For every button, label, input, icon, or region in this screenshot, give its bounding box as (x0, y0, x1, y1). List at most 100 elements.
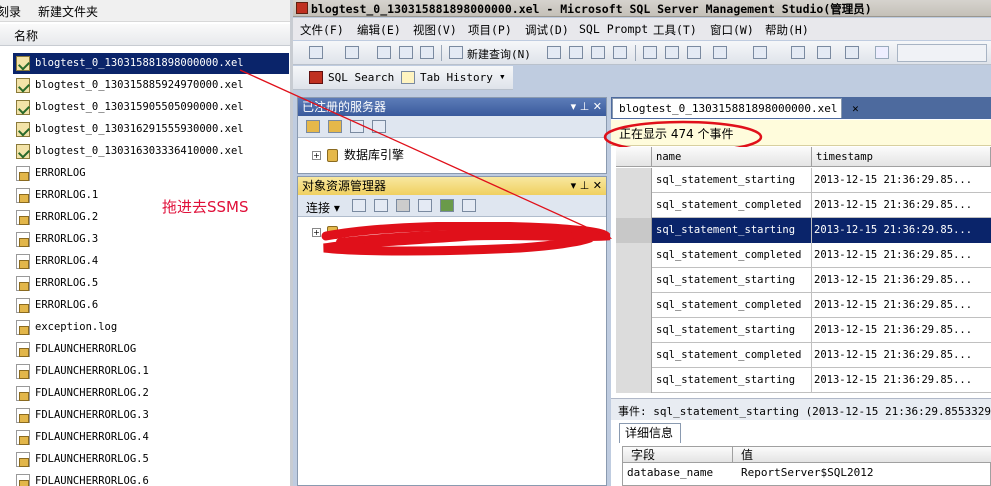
copy-icon[interactable] (665, 46, 679, 59)
details-tab[interactable]: 详细信息 (619, 423, 681, 443)
table-row[interactable]: sql_statement_completed 2013-12-15 21:36:… (616, 193, 991, 218)
add-item-icon[interactable] (345, 46, 359, 59)
reporting-services-icon[interactable] (350, 120, 364, 133)
row-header[interactable] (616, 193, 652, 218)
column-header-name[interactable]: name (652, 147, 812, 167)
timestamp-cell[interactable]: 2013-12-15 21:36:29.85... (812, 343, 991, 368)
summary-icon[interactable] (462, 199, 476, 212)
file-item[interactable]: FDLAUNCHERRORLOG.4 (13, 427, 289, 448)
timestamp-cell[interactable]: 2013-12-15 21:36:29.85... (812, 193, 991, 218)
event-name-cell[interactable]: sql_statement_completed (652, 343, 812, 368)
menu-item[interactable]: 视图(V) (413, 22, 457, 38)
tab-history-button[interactable]: Tab History (420, 71, 493, 84)
new-query-icon[interactable] (449, 46, 463, 59)
file-item[interactable]: ERRORLOG.4 (13, 251, 289, 272)
refresh-icon[interactable] (440, 199, 454, 212)
table-row[interactable]: sql_statement_starting 2013-12-15 21:36:2… (616, 218, 991, 243)
name-column-header[interactable]: 名称 (0, 24, 292, 46)
database-engine-icon[interactable] (306, 120, 320, 133)
event-name-cell[interactable]: sql_statement_completed (652, 293, 812, 318)
event-name-cell[interactable]: sql_statement_starting (652, 318, 812, 343)
file-item[interactable]: exception.log (13, 317, 289, 338)
file-item[interactable]: ERRORLOG.3 (13, 229, 289, 250)
column-header-timestamp[interactable]: timestamp (812, 147, 991, 167)
event-name-cell[interactable]: sql_statement_starting (652, 368, 812, 393)
row-header[interactable] (616, 218, 652, 243)
table-row[interactable]: sql_statement_starting 2013-12-15 21:36:2… (616, 268, 991, 293)
table-row[interactable]: sql_statement_starting 2013-12-15 21:36:2… (616, 318, 991, 343)
save-all-icon[interactable] (420, 46, 434, 59)
menu-item[interactable]: 调试(D) (525, 22, 569, 38)
file-item[interactable]: blogtest_0_130315881898000000.xel (12, 52, 290, 75)
file-item[interactable]: ERRORLOG (13, 163, 289, 184)
file-item[interactable]: FDLAUNCHERRORLOG.6 (13, 471, 289, 486)
menu-item[interactable]: 项目(P) (468, 22, 512, 38)
file-item[interactable]: FDLAUNCHERRORLOG.5 (13, 449, 289, 470)
file-item[interactable]: ERRORLOG.5 (13, 273, 289, 294)
menu-item[interactable]: 文件(F) (300, 22, 344, 38)
sql-search-icon[interactable] (309, 71, 323, 84)
new-project-icon[interactable] (309, 46, 323, 59)
tree-item-database-engine[interactable]: + 数据库引擎 (312, 146, 404, 163)
new-query-button[interactable]: 新建查询(N) (467, 46, 531, 62)
file-item[interactable]: blogtest_0_130316303336410000.xel (13, 141, 289, 162)
details-header-value[interactable]: 值 (733, 447, 991, 463)
run-icon[interactable] (875, 46, 889, 59)
file-item[interactable]: FDLAUNCHERRORLOG.1 (13, 361, 289, 382)
analysis-services-icon[interactable] (328, 120, 342, 133)
event-name-cell[interactable]: sql_statement_starting (652, 218, 812, 243)
analysis-query-icon[interactable] (569, 46, 583, 59)
table-row[interactable]: sql_statement_starting 2013-12-15 21:36:2… (616, 168, 991, 193)
table-row[interactable]: sql_statement_completed 2013-12-15 21:36:… (616, 243, 991, 268)
redo-icon[interactable] (753, 46, 767, 59)
file-item[interactable]: ERRORLOG.6 (13, 295, 289, 316)
menu-item[interactable]: 工具(T) (653, 22, 697, 38)
mdx-query-icon[interactable] (591, 46, 605, 59)
navigate-forward-icon[interactable] (817, 46, 831, 59)
menu-item[interactable]: 编辑(E) (357, 22, 401, 38)
file-item[interactable]: blogtest_0_130316291555930000.xel (13, 119, 289, 140)
file-item[interactable]: FDLAUNCHERRORLOG.2 (13, 383, 289, 404)
menu-item[interactable]: SQL Prompt (579, 22, 648, 36)
table-row[interactable]: sql_statement_completed 2013-12-15 21:36:… (616, 343, 991, 368)
undo-icon[interactable] (713, 46, 727, 59)
menu-item[interactable]: 帮助(H) (765, 22, 809, 38)
row-header[interactable] (616, 368, 652, 393)
xmla-query-icon[interactable] (613, 46, 627, 59)
stop-icon[interactable] (396, 199, 410, 212)
navigate-back-icon[interactable] (791, 46, 805, 59)
timestamp-cell[interactable]: 2013-12-15 21:36:29.85... (812, 318, 991, 343)
event-name-cell[interactable]: sql_statement_starting (652, 168, 812, 193)
document-tab[interactable]: blogtest_0_130315881898000000.xel ✕ (612, 98, 859, 118)
paste-icon[interactable] (687, 46, 701, 59)
panel-controls[interactable]: ▾ ⊥ ✕ (571, 177, 602, 195)
row-header[interactable] (616, 318, 652, 343)
event-name-cell[interactable]: sql_statement_completed (652, 243, 812, 268)
timestamp-cell[interactable]: 2013-12-15 21:36:29.85... (812, 168, 991, 193)
expand-icon[interactable]: + (312, 151, 321, 160)
close-tab-icon[interactable]: ✕ (852, 102, 859, 115)
report-icon[interactable] (845, 46, 859, 59)
connect-object-icon[interactable] (352, 199, 366, 212)
file-item[interactable]: blogtest_0_130315905505090000.xel (13, 97, 289, 118)
menu-item[interactable]: 窗口(W) (710, 22, 754, 38)
details-header-field[interactable]: 字段 (623, 447, 733, 463)
cut-icon[interactable] (643, 46, 657, 59)
timestamp-cell[interactable]: 2013-12-15 21:36:29.85... (812, 268, 991, 293)
tab-history-icon[interactable] (401, 71, 415, 84)
row-header[interactable] (616, 268, 652, 293)
db-query-icon[interactable] (547, 46, 561, 59)
toolbar-options-icon[interactable]: ▾ (499, 70, 506, 83)
save-icon[interactable] (399, 46, 413, 59)
file-item[interactable]: FDLAUNCHERRORLOG (13, 339, 289, 360)
timestamp-cell[interactable]: 2013-12-15 21:36:29.85... (812, 293, 991, 318)
connect-button[interactable]: 连接 ▾ (306, 199, 340, 216)
row-header[interactable] (616, 343, 652, 368)
filter-icon[interactable] (418, 199, 432, 212)
timestamp-cell[interactable]: 2013-12-15 21:36:29.85... (812, 368, 991, 393)
sql-search-button[interactable]: SQL Search (328, 71, 394, 84)
integration-services-icon[interactable] (372, 120, 386, 133)
row-header[interactable] (616, 168, 652, 193)
timestamp-cell[interactable]: 2013-12-15 21:36:29.85... (812, 218, 991, 243)
row-header[interactable] (616, 293, 652, 318)
